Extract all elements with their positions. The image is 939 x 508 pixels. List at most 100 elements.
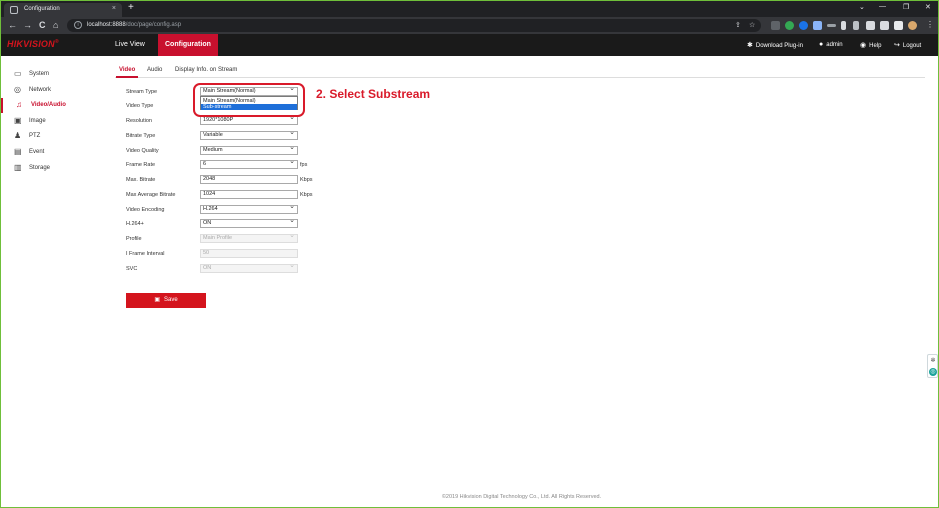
max-bitrate-input[interactable]: 2048 xyxy=(200,175,298,184)
extension-icon[interactable] xyxy=(853,21,859,30)
download-plugin-link[interactable]: ✱ Download Plug-in xyxy=(747,41,803,49)
logout-link[interactable]: ↪ Logout xyxy=(894,41,921,49)
page-favicon-icon xyxy=(10,6,18,14)
bitrate-type-select[interactable]: Variable xyxy=(200,129,298,140)
network-icon: ◎ xyxy=(14,85,21,94)
nav-configuration[interactable]: Configuration xyxy=(158,34,218,56)
sidebar-item-label: Network xyxy=(29,87,52,93)
i-frame-interval-input: 50 xyxy=(200,249,298,258)
browser-menu-icon[interactable]: ⋮ xyxy=(926,20,934,30)
max-average-bitrate-input[interactable]: 1024 xyxy=(200,190,298,199)
restore-icon[interactable]: ❐ xyxy=(903,3,909,11)
sidebar: ▭ System ◎ Network ♫ Video/Audio ▣ Image… xyxy=(1,56,105,507)
side-panel-icon[interactable] xyxy=(894,21,903,30)
extension-icon[interactable] xyxy=(841,21,846,30)
sidebar-item-label: Storage xyxy=(29,165,51,171)
extensions-puzzle-icon[interactable] xyxy=(866,21,875,30)
profile-select: Main Profile xyxy=(200,232,298,243)
footer-copyright: ©2019 Hikvision Digital Technology Co., … xyxy=(441,494,602,500)
tab-video[interactable]: Video xyxy=(115,67,139,78)
annotation-text: 2. Select Substream xyxy=(316,87,431,101)
reading-list-icon[interactable] xyxy=(880,21,889,30)
ptz-icon: ♟ xyxy=(14,131,22,140)
save-label: Save xyxy=(163,297,178,303)
forward-icon[interactable]: → xyxy=(23,20,32,30)
home-icon[interactable]: ⌂ xyxy=(53,20,58,30)
frame-rate-unit: fps xyxy=(300,162,308,168)
tab-audio[interactable]: Audio xyxy=(147,67,162,73)
user-icon: ● xyxy=(819,41,824,48)
resolution-select[interactable]: 1920*1080P xyxy=(200,114,298,125)
label-max-average-bitrate: Max Average Bitrate xyxy=(126,192,176,198)
tab-strip: Configuration × + ⌄ — ❐ ✕ xyxy=(1,1,938,17)
hikvision-logo: HIKVISION® xyxy=(7,39,59,49)
sidebar-item-network[interactable]: ◎ Network xyxy=(1,83,105,98)
video-encoding-select[interactable]: H.264 xyxy=(200,203,298,214)
label-video-encoding: Video Encoding xyxy=(126,207,165,213)
floating-panel[interactable]: ✲ ◎ xyxy=(927,354,938,378)
help-circle-icon[interactable]: ◎ xyxy=(929,368,937,376)
share-icon[interactable]: ⇪ xyxy=(735,21,741,29)
reload-icon[interactable]: C xyxy=(39,20,46,30)
gear-icon[interactable]: ✲ xyxy=(929,357,937,365)
image-icon: ▣ xyxy=(14,116,22,125)
storage-icon: ▥ xyxy=(14,163,22,172)
browser-toolbar: ← → C ⌂ i localhost:8888/doc/page/config… xyxy=(1,17,938,34)
label-stream-type: Stream Type xyxy=(126,89,158,95)
nav-live-view[interactable]: Live View xyxy=(108,34,152,56)
label-h264-plus: H.264+ xyxy=(126,221,144,227)
new-tab-icon[interactable]: + xyxy=(128,3,134,13)
tab-close-icon[interactable]: × xyxy=(112,5,116,12)
svc-select: ON xyxy=(200,262,298,273)
minimize-icon[interactable]: — xyxy=(879,3,886,10)
video-audio-icon: ♫ xyxy=(16,100,22,109)
help-link[interactable]: ◉ Help xyxy=(860,41,881,49)
label-i-frame-interval: I Frame Interval xyxy=(126,251,165,257)
browser-tab[interactable]: Configuration × xyxy=(4,3,122,17)
label-max-bitrate: Max. Bitrate xyxy=(126,177,156,183)
sidebar-item-storage[interactable]: ▥ Storage xyxy=(1,161,105,176)
tab-search-dropdown-icon[interactable]: ⌄ xyxy=(859,3,865,11)
back-icon[interactable]: ← xyxy=(8,20,17,30)
extension-icon[interactable] xyxy=(771,21,780,30)
user-menu[interactable]: ● admin xyxy=(819,41,843,48)
event-icon: ▤ xyxy=(14,147,22,156)
sidebar-item-system[interactable]: ▭ System xyxy=(1,67,105,82)
sidebar-item-label: System xyxy=(29,71,50,77)
sidebar-item-image[interactable]: ▣ Image xyxy=(1,114,105,129)
floppy-disk-icon: ▣ xyxy=(154,297,160,303)
sidebar-item-label: Event xyxy=(29,149,45,155)
logout-icon: ↪ xyxy=(894,42,900,49)
label-profile: Profile xyxy=(126,236,142,242)
extension-icon[interactable] xyxy=(827,24,836,27)
extension-icon[interactable] xyxy=(799,21,808,30)
app-header: HIKVISION® Live View Configuration ✱ Down… xyxy=(1,34,938,56)
sidebar-item-label: Image xyxy=(29,118,46,124)
extension-icon[interactable] xyxy=(813,21,822,30)
bookmark-star-icon[interactable]: ☆ xyxy=(749,21,755,29)
h264-plus-select[interactable]: ON xyxy=(200,217,298,228)
system-icon: ▭ xyxy=(14,69,22,78)
tab-display-info[interactable]: Display Info. on Stream xyxy=(175,67,237,73)
subtab-bar: Video Audio Display Info. on Stream xyxy=(115,64,925,78)
label-svc: SVC xyxy=(126,266,138,272)
address-bar[interactable]: i localhost:8888/doc/page/config.asp ⇪ ☆ xyxy=(67,19,761,32)
url-text: localhost:8888/doc/page/config.asp xyxy=(87,22,182,28)
sidebar-item-video-audio[interactable]: ♫ Video/Audio xyxy=(1,98,105,113)
sidebar-item-event[interactable]: ▤ Event xyxy=(1,145,105,160)
save-button[interactable]: ▣ Save xyxy=(126,293,206,308)
label-bitrate-type: Bitrate Type xyxy=(126,133,156,139)
annotation-highlight-box xyxy=(193,83,305,117)
site-info-icon[interactable]: i xyxy=(74,21,82,29)
help-icon: ◉ xyxy=(860,42,867,49)
max-bitrate-unit: Kbps xyxy=(300,177,313,183)
frame-rate-select[interactable]: 6 xyxy=(200,158,298,169)
max-average-bitrate-unit: Kbps xyxy=(300,192,313,198)
extension-icon[interactable] xyxy=(785,21,794,30)
main-content: Video Audio Display Info. on Stream Stre… xyxy=(105,56,938,507)
close-window-icon[interactable]: ✕ xyxy=(925,3,931,11)
profile-avatar-icon[interactable] xyxy=(908,21,917,30)
sidebar-item-ptz[interactable]: ♟ PTZ xyxy=(1,129,105,144)
tab-title: Configuration xyxy=(24,6,60,12)
video-quality-select[interactable]: Medium xyxy=(200,144,298,155)
